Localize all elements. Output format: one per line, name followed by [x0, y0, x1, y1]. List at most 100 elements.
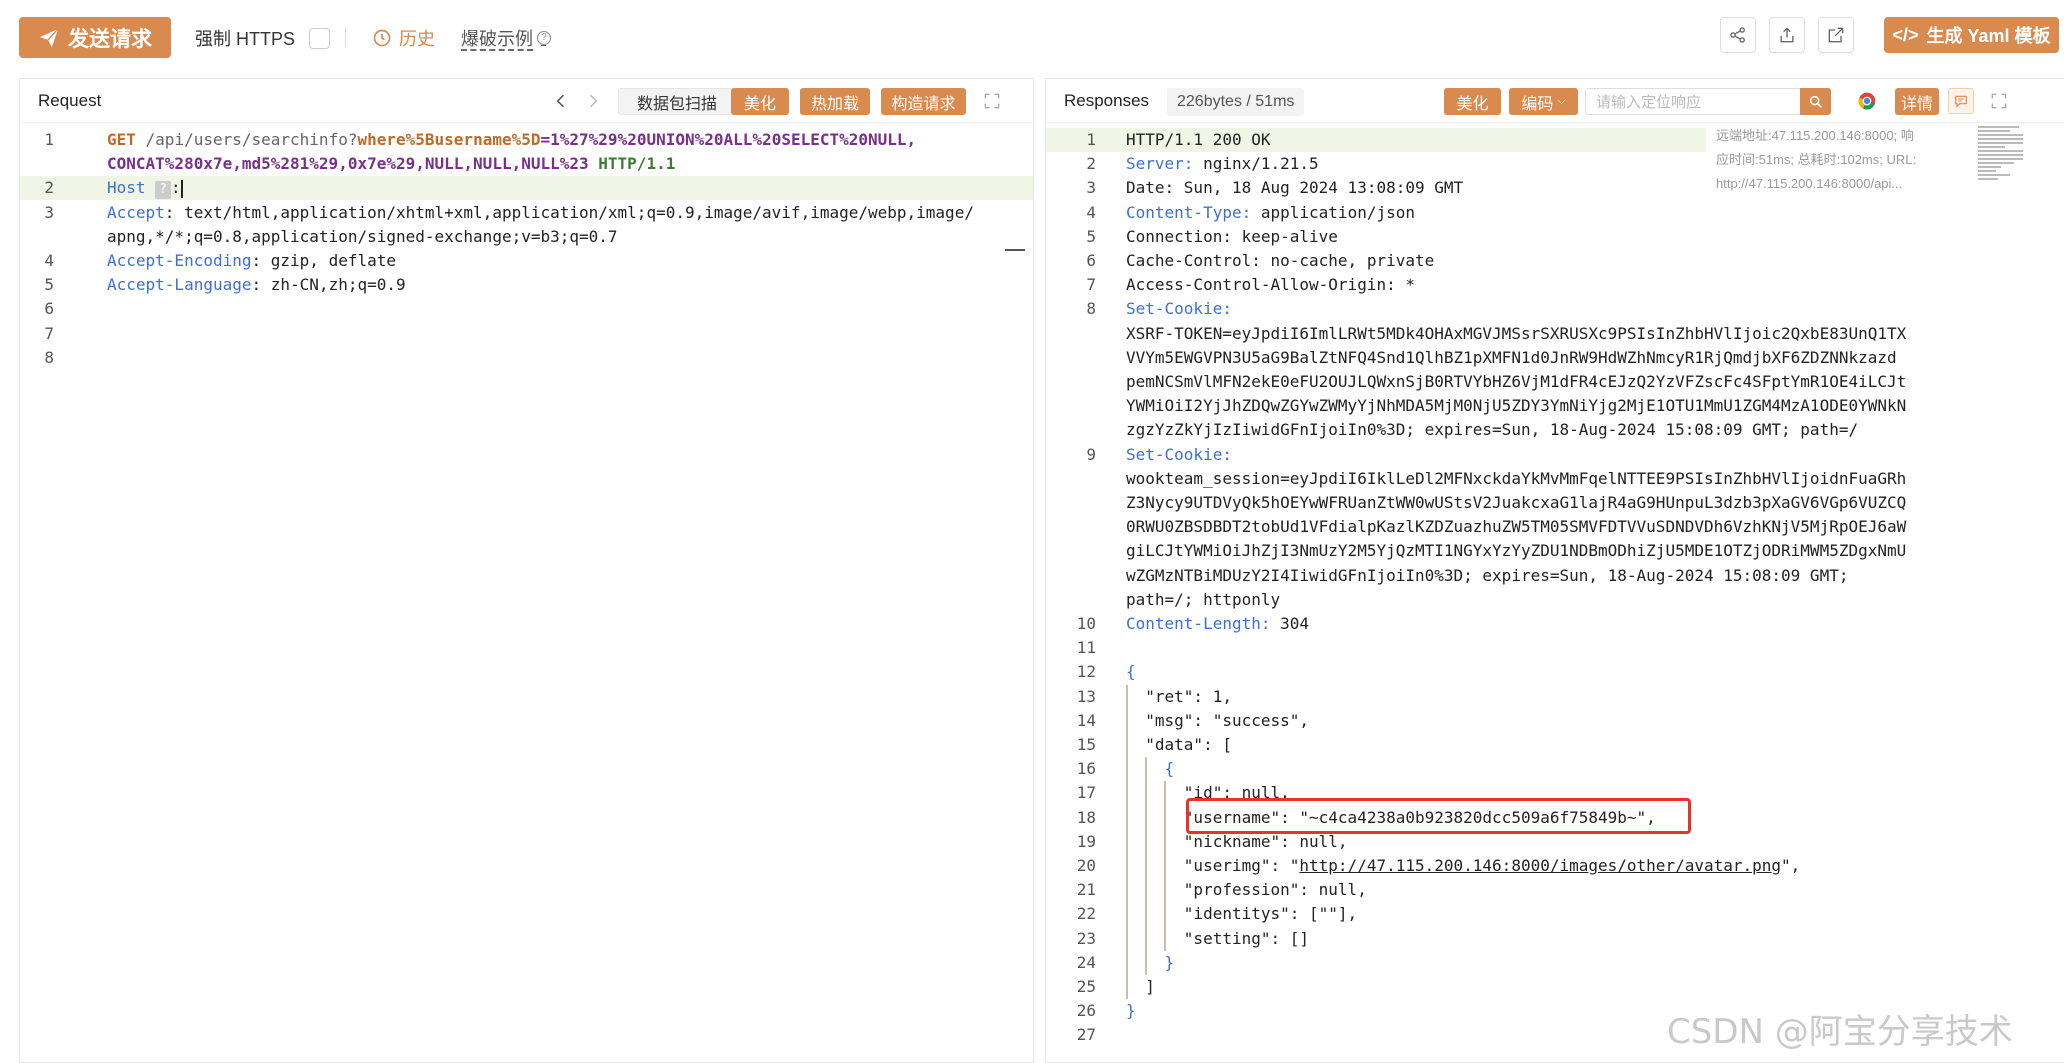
code-line: 24 } [1046, 951, 2064, 975]
line-text: { [1126, 660, 1136, 684]
code-token: HTTP/1.1 200 OK [1126, 130, 1271, 149]
help-badge: ? [155, 181, 171, 200]
line-number: 13 [1076, 686, 1096, 706]
send-request-button[interactable]: 发送请求 [19, 17, 171, 58]
force-https-checkbox[interactable] [309, 27, 331, 49]
code-token: : text/html,application/xhtml+xml,applic… [164, 202, 974, 222]
line-text: Access-Control-Allow-Origin: * [1126, 273, 1415, 297]
line-number: 4 [1086, 202, 1096, 222]
line-number: 8 [44, 347, 54, 367]
code-token: { [1126, 759, 1175, 779]
chevron-left-icon[interactable] [550, 90, 572, 112]
external-link-button[interactable] [1818, 17, 1854, 53]
paper-plane-icon [39, 27, 59, 47]
code-token: path=/; httponly [1126, 589, 1281, 609]
comment-icon[interactable] [1948, 88, 1974, 114]
line-text: 0RWU0ZBSDBDT2tobUd1VFdialpKazlKZDZuazhuZ… [1126, 515, 1906, 539]
avatar-link[interactable]: http://47.115.200.146:8000/images/other/… [1299, 856, 1781, 875]
request-beautify-button[interactable]: 美化 [731, 88, 789, 115]
encode-dropdown[interactable]: 编码 ⌵ [1509, 88, 1578, 115]
code-token: ] [1126, 977, 1155, 996]
construct-request-button[interactable]: 构造请求 [881, 88, 966, 115]
code-token: application/json [1251, 202, 1415, 222]
line-number: 4 [44, 251, 54, 270]
code-token: pemNCSmVlMFN2ekE0eFU2OUJLQWxnSjB0RTVYbHZ… [1126, 372, 1907, 391]
force-https-toggle[interactable]: 强制 HTTPS [195, 25, 331, 51]
fullscreen-icon[interactable] [981, 90, 1003, 112]
code-line: 25 ] [1046, 975, 2064, 999]
hot-load-button[interactable]: 热加载 [800, 88, 870, 115]
code-line: CONCAT%280x7e,md5%281%29,0x7e%29,NULL,NU… [20, 152, 1033, 176]
code-token: Content-Length: [1126, 614, 1271, 633]
code-token: GET [107, 130, 136, 149]
code-token: 0RWU0ZBSDBDT2tobUd1VFdialpKazlKZDZuazhuZ… [1126, 517, 1907, 537]
line-number: 7 [44, 323, 54, 343]
export-button[interactable] [1769, 17, 1805, 53]
request-header: Request 数据包扫描 美化 热加载 构造请求 [20, 79, 1033, 123]
generate-yaml-button[interactable]: </> 生成 Yaml 模板 [1884, 17, 2059, 53]
code-line: 14 "msg": "success", [1046, 709, 2064, 733]
line-text: "identitys": [""], [1126, 902, 1357, 926]
line-text: Set-Cookie: [1126, 297, 1232, 321]
code-token: Z3Nycy9UTDVyQk5hOEYwWFRUanZtWW0wUStsV2Ju… [1126, 493, 1907, 512]
code-token: Accept-Encoding [107, 251, 252, 270]
line-text: Server: nginx/1.21.5 [1126, 152, 1319, 176]
line-number: 22 [1076, 904, 1096, 924]
line-text: Set-Cookie: [1126, 443, 1232, 467]
code-token: wZGMzNTBiMDUzY2I4IiwidGFnIjoiIn0%3D; exp… [1126, 565, 1849, 585]
brute-example-link[interactable]: 爆破示例 ? [461, 25, 551, 51]
line-number: 26 [1076, 1001, 1096, 1021]
line-number: 23 [1076, 928, 1096, 948]
share-button[interactable] [1720, 17, 1756, 53]
indent-guide [1145, 757, 1147, 975]
line-number: 20 [1076, 856, 1096, 875]
response-viewer[interactable]: 远端地址:47.115.200.146:8000; 响 应时间:51ms; 总耗… [1046, 124, 2064, 1062]
line-number: 11 [1076, 638, 1096, 658]
line-text: } [1126, 951, 1175, 975]
code-token: Access-Control-Allow-Origin: * [1126, 275, 1415, 295]
line-text: Host ?: [107, 176, 183, 200]
code-token: =1%27%29%20UNION%20ALL%20SELECT%20NULL, [540, 130, 917, 149]
chrome-icon[interactable] [1856, 90, 1878, 112]
external-link-icon [1828, 27, 1844, 43]
line-number: 3 [1086, 178, 1096, 198]
line-number: 12 [1076, 662, 1096, 682]
code-token: ", [1781, 856, 1801, 875]
line-text: HTTP/1.1 200 OK [1126, 128, 1271, 152]
code-token: "nickname": null, [1126, 831, 1348, 851]
line-text: "ret": 1, [1126, 685, 1232, 709]
request-panel: Request 数据包扫描 美化 热加载 构造请求 1 GET /api/user… [19, 78, 1034, 1063]
code-line: path=/; httponly [1046, 588, 2064, 612]
code-line: 5 Accept-Language: zh-CN,zh;q=0.9 [20, 273, 1033, 297]
code-line: 11 [1046, 636, 2064, 660]
locate-response-input[interactable]: 请输入定位响应 [1585, 88, 1801, 115]
line-text: path=/; httponly [1126, 588, 1280, 612]
line-number: 1 [1086, 130, 1096, 149]
search-button[interactable] [1800, 88, 1831, 115]
line-text: YWMiOiI2YjJhZDQwZGYwZWMyYjNhMDA5MjM0NjU5… [1126, 394, 1906, 418]
encode-label: 编码 [1521, 95, 1554, 113]
watermark: CSDN @阿宝分享技术 [1667, 1012, 2013, 1052]
chevron-right-icon[interactable] [582, 90, 604, 112]
code-line: 3 Date: Sun, 18 Aug 2024 13:08:09 GMT [1046, 176, 2064, 200]
response-title: Responses [1064, 91, 1150, 110]
line-number: 5 [44, 275, 54, 295]
response-panel: Responses 226bytes / 51ms 美化 编码 ⌵ 请输入定位响… [1045, 78, 2064, 1063]
history-button[interactable]: 历史 [372, 25, 435, 51]
code-token: HTTP/1.1 [588, 154, 676, 174]
fullscreen-icon[interactable] [1988, 90, 2010, 112]
code-token: Set-Cookie: [1126, 444, 1232, 464]
line-text: "setting": [] [1126, 927, 1309, 951]
force-https-label: 强制 HTTPS [195, 29, 296, 49]
code-line: 6 Cache-Control: no-cache, private [1046, 249, 2064, 273]
line-text: Content-Type: application/json [1126, 201, 1415, 225]
line-number: 10 [1076, 614, 1096, 633]
code-token: Accept [107, 202, 165, 222]
packet-scan-button[interactable]: 数据包扫描 [618, 88, 736, 115]
code-line: 8 Set-Cookie: [1046, 297, 2064, 321]
brute-example-label: 爆破示例 [461, 29, 533, 49]
details-button[interactable]: 详情 [1895, 88, 1939, 115]
request-editor[interactable]: 1 GET /api/users/searchinfo?where%5Busern… [20, 124, 1033, 1062]
response-beautify-button[interactable]: 美化 [1444, 88, 1501, 115]
